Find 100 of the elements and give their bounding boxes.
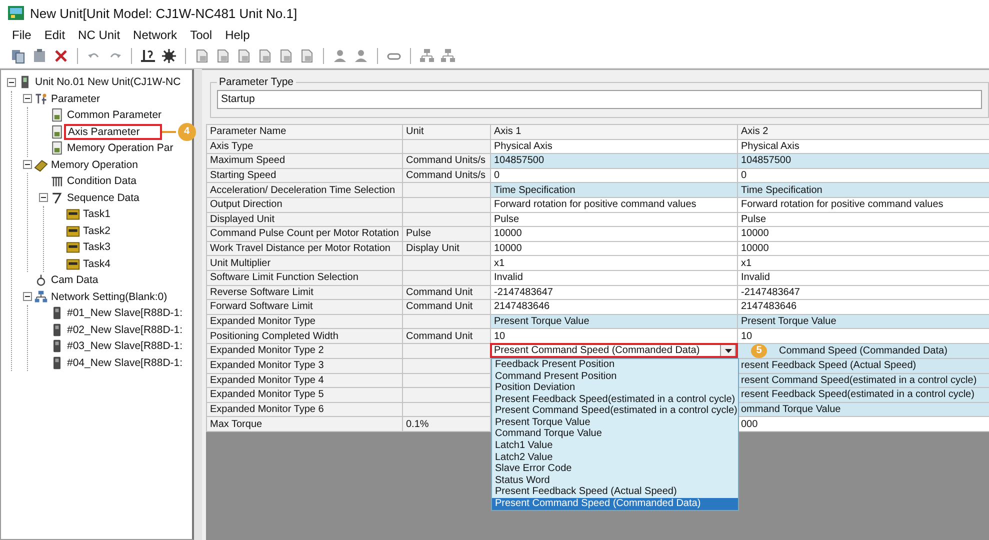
- network-icon[interactable]: [440, 48, 456, 64]
- menu-item[interactable]: Tool: [190, 28, 212, 42]
- table-cell: Command Units/s: [402, 154, 490, 168]
- table-cell: Invalid: [490, 270, 738, 286]
- tree-item[interactable]: Network Setting(Blank:0): [50, 290, 168, 303]
- person-icon[interactable]: [332, 48, 348, 64]
- tree-item[interactable]: Memory Operation Par: [66, 142, 174, 154]
- network-icon[interactable]: [419, 48, 435, 64]
- table-cell: Time Specification: [490, 182, 738, 198]
- table-cell: resent Feedback Speed (Actual Speed): [738, 358, 989, 373]
- delete-icon[interactable]: [53, 48, 69, 64]
- menu-item[interactable]: Help: [225, 28, 250, 42]
- table-cell: Expanded Monitor Type 5: [206, 388, 402, 402]
- copy-icon[interactable]: [11, 48, 27, 64]
- tree-item[interactable]: Task2: [82, 224, 112, 237]
- tree-item[interactable]: Axis Parameter: [66, 126, 160, 138]
- table-cell: Command Units/s: [402, 168, 490, 183]
- task-icon: [66, 239, 80, 256]
- step-badge: 4: [178, 122, 196, 141]
- app-icon: [8, 6, 24, 20]
- parameter-type-field[interactable]: Startup: [217, 90, 982, 109]
- table-cell: Positioning Completed Width: [206, 328, 402, 344]
- table-cell: Maximum Speed: [206, 154, 402, 168]
- table-cell: -2147483647: [738, 285, 989, 300]
- menu-item[interactable]: File: [12, 28, 32, 42]
- dropdown-option[interactable]: Slave Error Code: [492, 463, 738, 475]
- tree-item[interactable]: Sequence Data: [66, 192, 140, 204]
- table-cell: Command Unit: [402, 285, 490, 300]
- dropdown-option[interactable]: Command Torque Value: [492, 428, 738, 440]
- step-badge: 5: [751, 344, 767, 358]
- column-header[interactable]: Parameter Name: [206, 124, 402, 140]
- dropdown-option[interactable]: Present Feedback Speed(estimated in a control cycle): [492, 394, 738, 406]
- tree-item[interactable]: Task3: [82, 241, 112, 254]
- column-header[interactable]: Axis 2: [738, 124, 989, 140]
- tree-item[interactable]: #01_New Slave[R88D-1:: [66, 307, 184, 320]
- collapse-icon[interactable]: [23, 292, 32, 302]
- tree-item[interactable]: Memory Operation: [50, 158, 139, 171]
- tree-item[interactable]: Task4: [82, 258, 112, 270]
- collapse-icon[interactable]: [7, 78, 16, 87]
- table-cell: Pulse: [738, 212, 989, 227]
- table-cell: Command Unit: [402, 328, 490, 344]
- tree-item[interactable]: Task1: [82, 208, 112, 220]
- cam-icon: [34, 272, 48, 288]
- table-cell: Max Torque: [206, 416, 402, 432]
- dropdown-option[interactable]: Present Feedback Speed (Actual Speed): [492, 486, 738, 498]
- tree-item[interactable]: Parameter: [50, 92, 102, 105]
- tree-item[interactable]: #02_New Slave[R88D-1:: [66, 324, 184, 336]
- table-cell: Present Torque Value: [490, 314, 738, 329]
- gear-icon[interactable]: [161, 48, 177, 64]
- dropdown-option[interactable]: Status Word: [492, 474, 738, 486]
- table-cell: Software Limit Function Selection: [206, 270, 402, 286]
- table-cell: 10000: [738, 226, 989, 242]
- person-icon[interactable]: [353, 48, 369, 64]
- document-icon: [50, 124, 64, 140]
- table-cell: Present Torque Value: [738, 314, 989, 329]
- dropdown-option[interactable]: Latch2 Value: [492, 452, 738, 464]
- collapse-icon[interactable]: [23, 160, 32, 170]
- dropdown-option[interactable]: Position Deviation: [492, 382, 738, 394]
- document-icon[interactable]: [299, 48, 315, 64]
- document-icon[interactable]: [215, 48, 231, 64]
- document-icon[interactable]: [194, 48, 210, 64]
- table-cell: Expanded Monitor Type 4: [206, 373, 402, 388]
- dropdown-option[interactable]: Latch1 Value: [492, 440, 738, 452]
- table-cell: Work Travel Distance per Motor Rotation: [206, 241, 402, 256]
- document-icon[interactable]: [236, 48, 252, 64]
- column-header[interactable]: Unit: [402, 124, 490, 140]
- collapse-icon[interactable]: [39, 193, 48, 202]
- document-icon[interactable]: [278, 48, 294, 64]
- dropdown-button[interactable]: [720, 344, 736, 358]
- table-cell: 0.1%: [402, 416, 490, 432]
- document-icon[interactable]: [257, 48, 273, 64]
- tree-item[interactable]: Unit No.01 New Unit(CJ1W-NC: [34, 76, 182, 88]
- table-cell: Time Specification: [738, 182, 989, 198]
- tree-item[interactable]: Cam Data: [50, 274, 100, 286]
- tree-item[interactable]: Common Parameter: [66, 109, 163, 122]
- tree-item[interactable]: #04_New Slave[R88D-1:: [66, 356, 184, 369]
- tree-item[interactable]: Condition Data: [66, 175, 138, 188]
- column-header[interactable]: Axis 1: [490, 124, 738, 140]
- table-cell: Unit Multiplier: [206, 256, 402, 270]
- collapse-icon[interactable]: [23, 94, 32, 104]
- table-cell: -2147483647: [490, 285, 738, 300]
- table-cell: x1: [490, 256, 738, 270]
- table-cell: ommand Torque Value: [738, 402, 989, 417]
- dropdown-option[interactable]: Present Command Speed (Commanded Data): [492, 498, 738, 510]
- menu-item[interactable]: Edit: [44, 28, 66, 42]
- group-label: Parameter Type: [218, 76, 295, 88]
- dropdown-option[interactable]: Command Present Position: [492, 370, 738, 382]
- tree-item[interactable]: #03_New Slave[R88D-1:: [66, 340, 184, 352]
- table-cell: resent Command Speed(estimated in a control cycle): [738, 373, 989, 388]
- document-icon: [50, 140, 64, 156]
- table-cell: Expanded Monitor Type 3: [206, 358, 402, 373]
- menu-item[interactable]: Network: [133, 28, 178, 42]
- table-cell: Axis Type: [206, 139, 402, 154]
- table-cell: Acceleration/ Deceleration Time Selection: [206, 182, 402, 198]
- clipboard-icon[interactable]: [32, 48, 48, 64]
- table-cell: resent Feedback Speed(estimated in a control cycle): [738, 388, 989, 402]
- menu-item[interactable]: NC Unit: [78, 28, 120, 42]
- table-cell: Pulse: [490, 212, 738, 227]
- help-icon[interactable]: [140, 48, 156, 64]
- dropdown-field[interactable]: Present Command Speed (Commanded Data): [491, 344, 737, 358]
